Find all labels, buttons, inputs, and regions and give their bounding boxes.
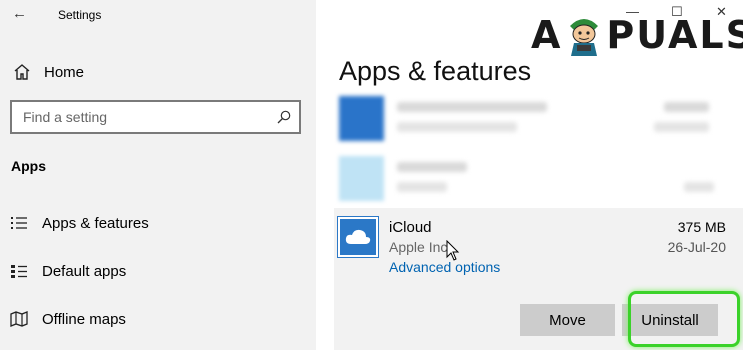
home-icon [14,64,30,80]
apps-features-icon [11,217,27,229]
list-item-blurred[interactable] [339,92,729,148]
search-input[interactable] [12,102,262,132]
list-item-blurred[interactable] [339,152,729,208]
app-publisher: Apple Inc. [389,239,452,255]
search-box [10,100,301,134]
sidebar-item-label: Home [44,63,85,81]
appuals-watermark-logo: A PUALS [531,13,743,57]
mascot-icon [570,19,599,56]
sidebar-item-label: Apps & features [42,214,149,232]
selected-app-row[interactable]: iCloud Apple Inc. 375 MB 26-Jul-20 Advan… [334,208,743,350]
main-content: — ☐ ✕ A PUALS Apps & features iCloud App… [316,0,743,350]
section-heading-apps: Apps [11,158,46,174]
back-arrow-icon[interactable]: ← [12,5,27,22]
cloud-icon [345,229,371,244]
page-title: Apps & features [339,56,532,86]
default-apps-icon [11,265,27,278]
app-name: iCloud [389,219,432,236]
sidebar-item-default-apps[interactable]: Default apps [10,262,126,280]
sidebar-item-apps-features[interactable]: Apps & features [10,214,149,232]
sidebar-item-offline-maps[interactable]: Offline maps [10,310,126,328]
advanced-options-link[interactable]: Advanced options [389,259,500,275]
sidebar-item-label: Default apps [42,262,127,280]
mouse-cursor-icon [446,240,460,261]
window-title: Settings [58,8,102,22]
uninstall-button[interactable]: Uninstall [622,304,718,336]
blurred-app-icon [339,96,384,141]
app-size: 375 MB [677,219,726,235]
offline-maps-icon [10,311,28,327]
icloud-icon [337,216,379,258]
blurred-app-icon [339,156,384,201]
search-icon[interactable] [277,110,291,124]
settings-sidebar: ← Settings Home Apps Apps & features Def… [0,0,316,350]
sidebar-item-home[interactable]: Home [12,62,84,82]
app-install-date: 26-Jul-20 [667,239,726,255]
sidebar-item-label: Offline maps [42,310,126,328]
move-button[interactable]: Move [520,304,615,336]
